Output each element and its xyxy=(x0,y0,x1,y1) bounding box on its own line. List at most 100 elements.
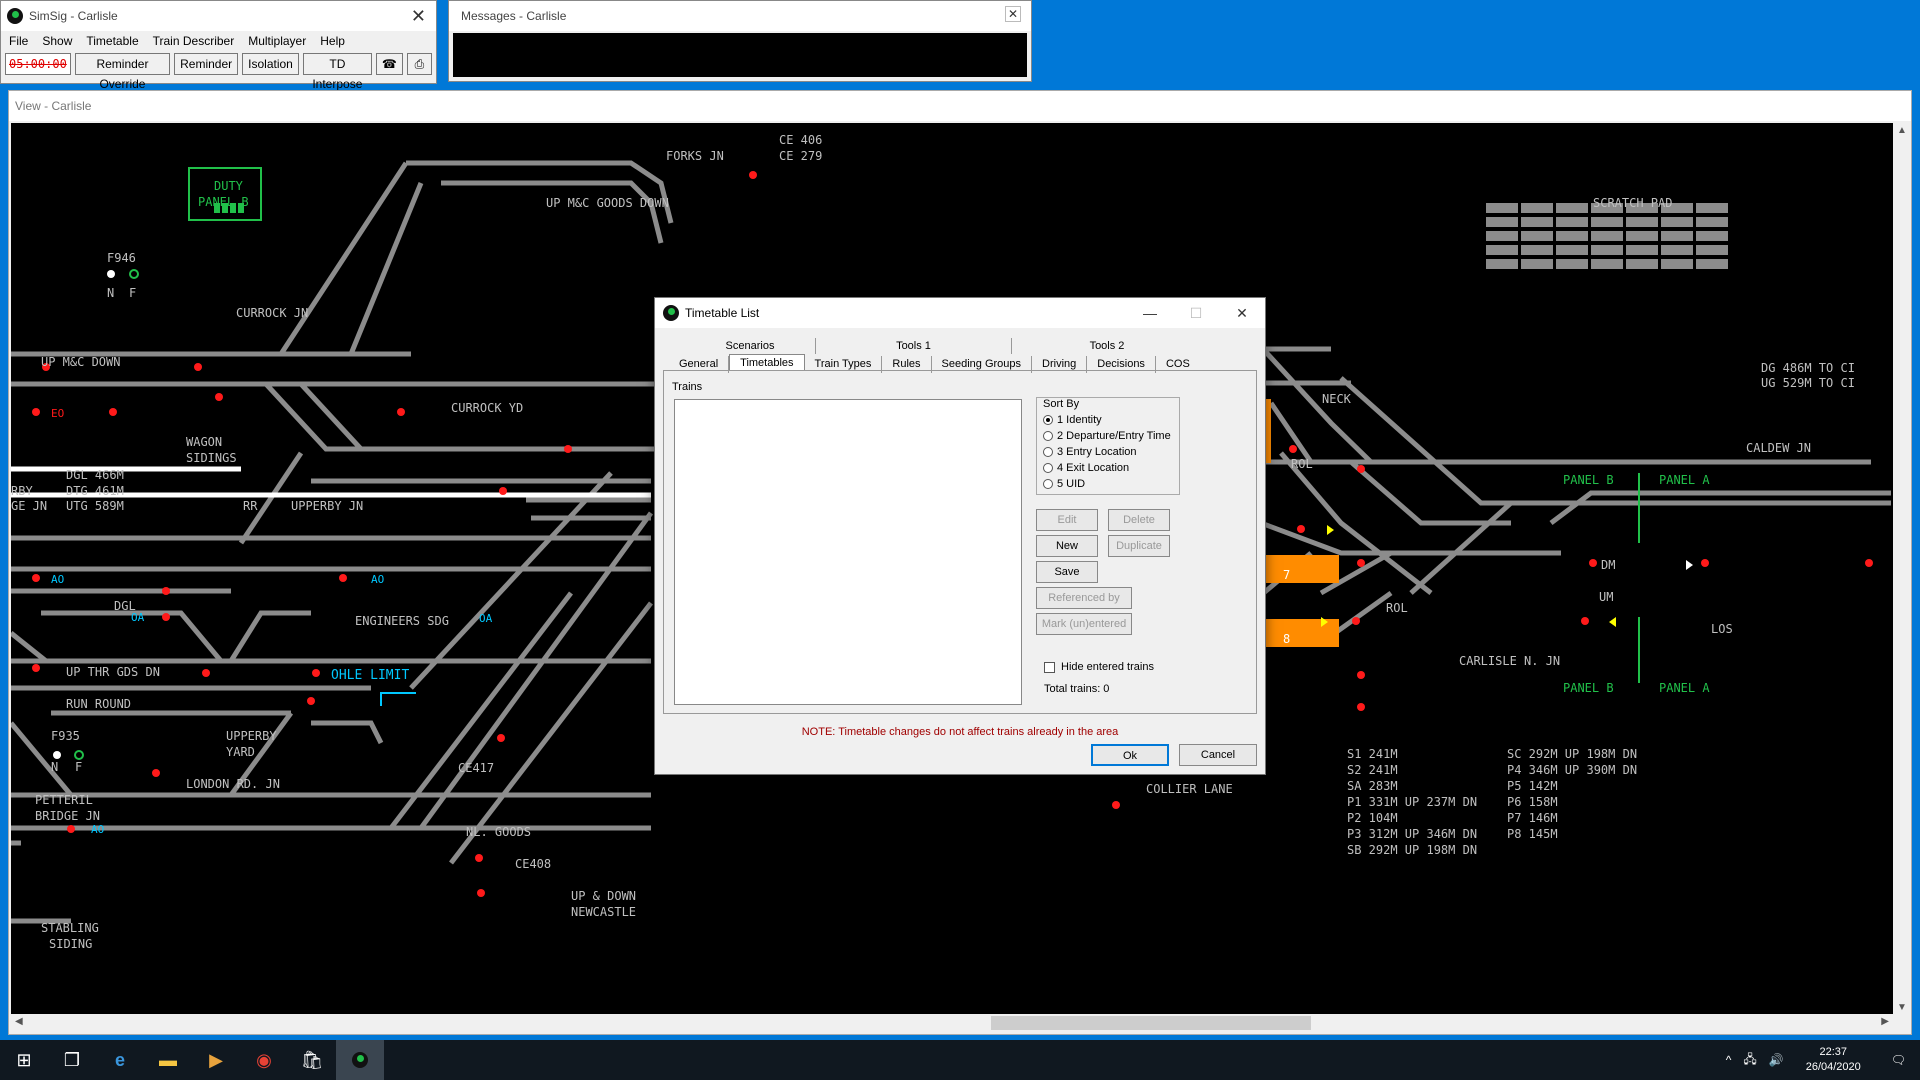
menu-help[interactable]: Help xyxy=(320,34,345,48)
reminder-button[interactable]: Reminder xyxy=(174,53,239,75)
label-neck: NECK xyxy=(1322,392,1352,406)
isolation-button[interactable]: Isolation xyxy=(242,53,299,75)
simsig-taskbar-icon[interactable] xyxy=(336,1040,384,1080)
reminder-override-button[interactable]: Reminder Override xyxy=(74,53,171,91)
label-caldew-jn: CALDEW JN xyxy=(1746,441,1811,455)
label-f935-n: N xyxy=(51,760,58,774)
menu-file[interactable]: File xyxy=(9,34,28,48)
label-nl-goods: NL. GOODS xyxy=(466,825,531,839)
media-player-icon[interactable]: ▶ xyxy=(192,1040,240,1080)
label-ug-529m: UG 529M TO CI xyxy=(1761,376,1855,390)
windows-start-icon[interactable]: ⊞ xyxy=(0,1040,48,1080)
label-duty-1: DUTY xyxy=(214,179,244,193)
platform-info-a0: S1 241M xyxy=(1347,747,1398,761)
label-ce406: CE 406 xyxy=(779,133,822,147)
mark-unentered-button[interactable]: Mark (un)entered xyxy=(1036,613,1132,635)
timetables-tab-panel: Trains Sort By 1 Identity 2 Departure/En… xyxy=(663,370,1257,714)
main-title-bar[interactable]: SimSig - Carlisle ✕ xyxy=(1,1,436,31)
scroll-left-icon[interactable]: ◀ xyxy=(15,1016,23,1027)
label-ce279: CE 279 xyxy=(779,149,822,163)
sort-option-departure[interactable]: 2 Departure/Entry Time xyxy=(1043,428,1179,444)
task-view-icon[interactable]: ❐ xyxy=(48,1040,96,1080)
taskbar-clock[interactable]: 22:37 26/04/2020 xyxy=(1806,1045,1861,1075)
horizontal-scroll-thumb[interactable] xyxy=(991,1016,1311,1030)
platform-info-b1: P4 346M UP 390M DN xyxy=(1507,763,1637,777)
sort-option-label: 3 Entry Location xyxy=(1057,446,1137,458)
label-rol-lower: ROL xyxy=(1386,601,1408,615)
messages-title-bar[interactable]: Messages - Carlisle ✕ xyxy=(449,1,1031,31)
tab-tools-1[interactable]: Tools 1 xyxy=(816,338,1012,354)
ok-button[interactable]: Ok xyxy=(1091,744,1169,766)
sim-clock[interactable]: 05:00:00 xyxy=(5,53,71,75)
file-explorer-icon[interactable]: ▬ xyxy=(144,1040,192,1080)
store-icon[interactable]: 🛍 xyxy=(288,1040,336,1080)
label-f946-n: N xyxy=(107,286,114,300)
dialog-title-bar[interactable]: Timetable List — ☐ ✕ xyxy=(655,298,1265,328)
simsig-logo-icon xyxy=(663,305,679,321)
scroll-right-icon[interactable]: ▶ xyxy=(1881,1016,1889,1027)
simsig-logo-icon xyxy=(7,8,23,24)
network-icon[interactable]: 🖧 xyxy=(1743,1050,1756,1071)
label-dm: DM xyxy=(1601,558,1615,572)
simsig-logo-icon xyxy=(352,1052,368,1068)
trains-list[interactable] xyxy=(674,399,1022,705)
sort-option-identity[interactable]: 1 Identity xyxy=(1043,412,1179,428)
maximize-icon[interactable]: ☐ xyxy=(1173,298,1219,328)
label-up-thr-gds-dn: UP THR GDS DN xyxy=(66,665,160,679)
view-window-title: View - Carlisle xyxy=(9,91,1911,121)
cancel-button[interactable]: Cancel xyxy=(1179,744,1257,766)
tab-scenarios[interactable]: Scenarios xyxy=(685,338,816,354)
sort-option-label: 1 Identity xyxy=(1057,414,1102,426)
chrome-icon[interactable]: ◉ xyxy=(240,1040,288,1080)
messages-window-title: Messages - Carlisle xyxy=(461,9,567,23)
radio-icon xyxy=(1043,447,1053,457)
print-button[interactable]: ⎙ xyxy=(406,53,432,75)
label-engineers-sdg: ENGINEERS SDG xyxy=(355,614,449,628)
notification-icon[interactable]: 🗨 xyxy=(1891,1053,1906,1067)
label-up-mc-down: UP M&C DOWN xyxy=(41,355,120,369)
vertical-scrollbar[interactable]: ▲ ▼ xyxy=(1893,123,1911,1015)
delete-button[interactable]: Delete xyxy=(1108,509,1170,531)
hide-entered-trains-checkbox[interactable]: Hide entered trains xyxy=(1044,661,1154,673)
menu-train-describer[interactable]: Train Describer xyxy=(153,34,235,48)
tab-timetables[interactable]: Timetables xyxy=(729,354,805,371)
menu-timetable[interactable]: Timetable xyxy=(86,34,138,48)
menu-multiplayer[interactable]: Multiplayer xyxy=(248,34,306,48)
close-icon[interactable]: ✕ xyxy=(411,6,426,27)
close-icon[interactable]: ✕ xyxy=(1004,6,1021,22)
chevron-up-icon[interactable]: ^ xyxy=(1726,1053,1732,1067)
label-rr: RR xyxy=(243,499,258,513)
sort-option-entry-location[interactable]: 3 Entry Location xyxy=(1043,444,1179,460)
label-dgl-466m: DGL 466M xyxy=(66,468,124,482)
tab-tools-2[interactable]: Tools 2 xyxy=(1012,338,1202,354)
edge-browser-icon[interactable]: e xyxy=(96,1040,144,1080)
timetable-list-dialog: Timetable List — ☐ ✕ Scenarios Tools 1 T… xyxy=(654,297,1266,775)
td-interpose-button[interactable]: TD Interpose xyxy=(302,53,372,91)
new-button[interactable]: New xyxy=(1036,535,1098,557)
sort-option-uid[interactable]: 5 UID xyxy=(1043,476,1179,492)
sort-option-exit-location[interactable]: 4 Exit Location xyxy=(1043,460,1179,476)
horizontal-scrollbar[interactable]: ◀ ▶ xyxy=(11,1014,1893,1032)
radio-icon xyxy=(1043,479,1053,489)
minimize-icon[interactable]: — xyxy=(1127,298,1173,328)
label-panel-a-upper: PANEL A xyxy=(1659,473,1710,487)
save-button[interactable]: Save xyxy=(1036,561,1098,583)
label-ao-3: AO xyxy=(91,823,104,836)
duplicate-button[interactable]: Duplicate xyxy=(1108,535,1170,557)
label-f946-f: F xyxy=(129,286,136,300)
scroll-up-icon[interactable]: ▲ xyxy=(1897,125,1907,136)
label-run-round: RUN ROUND xyxy=(66,697,131,711)
platform-info-table: S1 241M S2 241M SA 283M P1 331M UP 237M … xyxy=(1347,747,1637,857)
scroll-down-icon[interactable]: ▼ xyxy=(1897,1002,1907,1013)
label-panel-a-lower: PANEL A xyxy=(1659,681,1710,695)
platform-info-a1: S2 241M xyxy=(1347,763,1398,777)
label-platform-8: 8 xyxy=(1283,632,1290,646)
close-icon[interactable]: ✕ xyxy=(1219,298,1265,328)
referenced-by-button[interactable]: Referenced by xyxy=(1036,587,1132,609)
scratch-pad-grid[interactable] xyxy=(1486,203,1728,269)
menu-show[interactable]: Show xyxy=(42,34,72,48)
label-sidings: SIDINGS xyxy=(186,451,237,465)
edit-button[interactable]: Edit xyxy=(1036,509,1098,531)
phone-button[interactable]: ☎ xyxy=(375,53,403,75)
volume-icon[interactable]: 🔊 xyxy=(1769,1053,1784,1067)
